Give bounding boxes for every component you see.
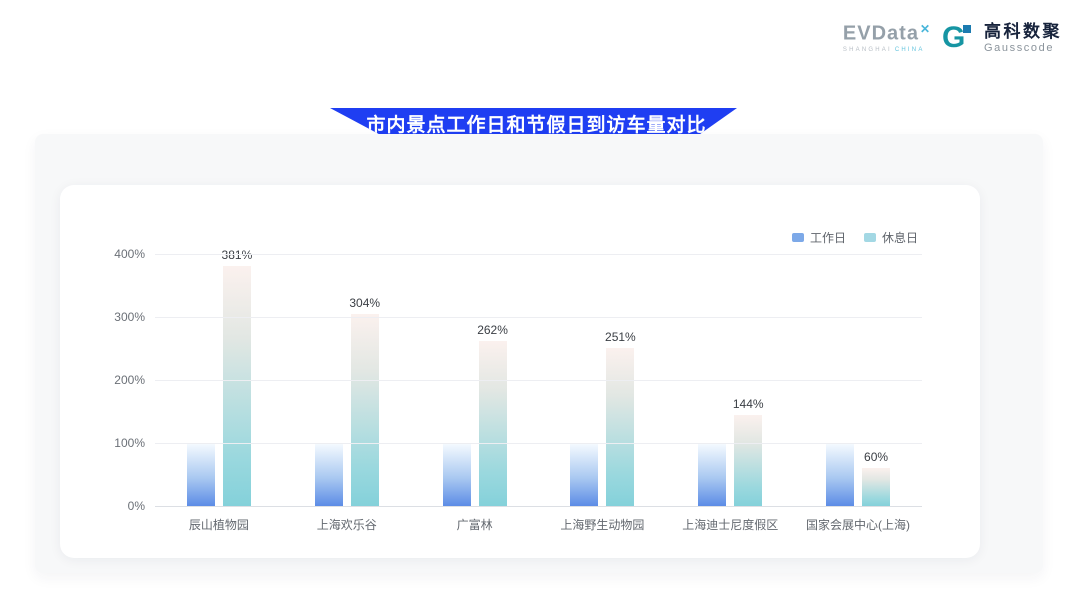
bar-workday[interactable] <box>187 443 215 506</box>
bar-value-label: 144% <box>733 397 764 411</box>
bar-restday[interactable]: 251% <box>606 348 634 506</box>
bar-value-label: 262% <box>477 323 508 337</box>
logo-row: EVData✕ SHANGHAICHINA G 高科数聚 Gausscode <box>843 22 1062 54</box>
page: EVData✕ SHANGHAICHINA G 高科数聚 Gausscode 市… <box>0 0 1080 608</box>
evdata-x-icon: ✕ <box>920 22 930 36</box>
legend-swatch-icon <box>864 233 876 242</box>
y-tick-label: 0% <box>128 499 145 513</box>
category-label: 上海迪士尼度假区 <box>666 516 794 533</box>
bar-restday[interactable]: 144% <box>734 415 762 506</box>
gausscode-cn-name: 高科数聚 <box>984 23 1062 40</box>
evdata-wordmark: EVData <box>843 23 919 45</box>
category-label: 辰山植物园 <box>155 516 283 533</box>
y-tick-label: 100% <box>114 436 145 450</box>
legend-swatch-icon <box>792 233 804 242</box>
category-label: 广富林 <box>411 516 539 533</box>
plot-area: 381%辰山植物园304%上海欢乐谷262%广富林251%上海野生动物园144%… <box>155 254 922 506</box>
evdata-logo: EVData✕ SHANGHAICHINA <box>843 23 930 52</box>
y-tick-label: 400% <box>114 247 145 261</box>
bar-workday[interactable] <box>826 443 854 506</box>
gausscode-square-accent <box>963 25 971 33</box>
bar-workday[interactable] <box>315 443 343 506</box>
bar-restday[interactable]: 262% <box>479 341 507 506</box>
legend-item[interactable]: 休息日 <box>864 229 918 246</box>
gausscode-g-icon: G <box>942 22 972 54</box>
legend-label: 工作日 <box>810 229 846 246</box>
evdata-subtitle: SHANGHAICHINA <box>843 47 925 53</box>
category-label: 上海欢乐谷 <box>283 516 411 533</box>
bar-workday[interactable] <box>570 443 598 506</box>
page-title: 市内景点工作日和节假日到访车量对比 <box>360 110 706 137</box>
legend-label: 休息日 <box>882 229 918 246</box>
gridline <box>155 317 922 318</box>
gridline <box>155 443 922 444</box>
category-label: 上海野生动物园 <box>538 516 666 533</box>
bar-restday[interactable]: 381% <box>223 266 251 506</box>
bar-value-label: 251% <box>605 330 636 344</box>
y-tick-label: 200% <box>114 373 145 387</box>
gausscode-en-name: Gausscode <box>984 43 1062 54</box>
bar-restday[interactable]: 60% <box>862 468 890 506</box>
x-axis-line <box>155 506 922 507</box>
bar-value-label: 304% <box>349 296 380 310</box>
gausscode-logo: 高科数聚 Gausscode <box>984 23 1062 54</box>
bar-restday[interactable]: 304% <box>351 314 379 506</box>
bar-workday[interactable] <box>443 443 471 506</box>
gridline <box>155 254 922 255</box>
chart-legend: 工作日 休息日 <box>792 229 918 246</box>
legend-item[interactable]: 工作日 <box>792 229 846 246</box>
bar-workday[interactable] <box>698 443 726 506</box>
gridline <box>155 380 922 381</box>
category-label: 国家会展中心(上海) <box>794 516 922 533</box>
y-tick-label: 300% <box>114 310 145 324</box>
bar-value-label: 60% <box>864 450 888 464</box>
chart-card: 工作日休息日 381%辰山植物园304%上海欢乐谷262%广富林251%上海野生… <box>60 185 980 558</box>
